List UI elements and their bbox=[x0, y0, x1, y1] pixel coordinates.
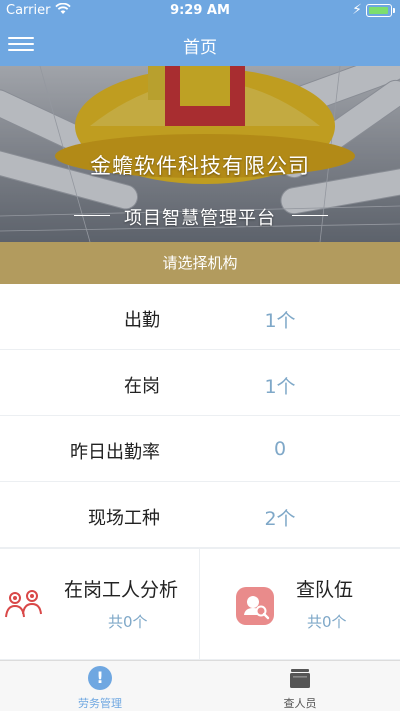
stats-list: 出勤 1个 在岗 1个 昨日出勤率 0 现场工种 2个 bbox=[0, 284, 400, 548]
card-title: 在岗工人分析 bbox=[64, 579, 179, 601]
tab-labor-management[interactable]: ! 劳务管理 bbox=[0, 661, 200, 711]
folder-icon bbox=[288, 666, 312, 690]
stat-row-attendance[interactable]: 出勤 1个 bbox=[0, 284, 400, 350]
stat-label: 出勤 bbox=[124, 310, 160, 331]
charging-icon: ⚡ bbox=[352, 2, 362, 18]
stat-label: 昨日出勤率 bbox=[70, 442, 160, 463]
battery-icon bbox=[366, 4, 395, 17]
tab-label: 劳务管理 bbox=[78, 697, 122, 710]
clock: 9:29 AM bbox=[170, 3, 230, 18]
tab-bar: ! 劳务管理 查人员 bbox=[0, 660, 400, 711]
search-team-icon bbox=[236, 587, 274, 625]
stat-label: 现场工种 bbox=[88, 508, 160, 529]
stat-value: 0 bbox=[273, 438, 287, 460]
stat-value: 2个 bbox=[264, 508, 296, 530]
company-name: 金蟾软件科技有限公司 bbox=[90, 154, 310, 178]
alert-circle-icon: ! bbox=[88, 666, 112, 690]
stat-value: 1个 bbox=[264, 310, 296, 332]
stat-row-yesterday-attendance-rate[interactable]: 昨日出勤率 0 bbox=[0, 416, 400, 482]
status-bar: Carrier 9:29 AM ⚡ bbox=[0, 0, 400, 22]
feature-cards: 在岗工人分析 共0个 查队伍 共0个 bbox=[0, 548, 400, 661]
stat-label: 在岗 bbox=[124, 376, 160, 397]
select-organization-button[interactable]: 请选择机构 bbox=[0, 242, 400, 284]
stat-value: 1个 bbox=[264, 376, 296, 398]
divider-line-right bbox=[292, 215, 328, 216]
search-team-card[interactable]: 查队伍 共0个 bbox=[200, 549, 400, 661]
tab-label: 查人员 bbox=[283, 697, 317, 710]
on-duty-workers-analysis-card[interactable]: 在岗工人分析 共0个 bbox=[0, 549, 200, 661]
card-count: 共0个 bbox=[108, 613, 148, 631]
platform-name: 项目智慧管理平台 bbox=[124, 208, 276, 229]
workers-group-icon bbox=[4, 589, 44, 619]
nav-bar: 首页 bbox=[0, 22, 400, 66]
page-title: 首页 bbox=[183, 38, 217, 58]
tab-search-personnel[interactable]: 查人员 bbox=[200, 661, 400, 711]
hero-banner: 金蟾软件科技有限公司 项目智慧管理平台 bbox=[0, 66, 400, 242]
card-title: 查队伍 bbox=[296, 579, 354, 601]
card-count: 共0个 bbox=[307, 613, 347, 631]
stat-row-on-duty[interactable]: 在岗 1个 bbox=[0, 350, 400, 416]
stat-row-site-trades[interactable]: 现场工种 2个 bbox=[0, 482, 400, 548]
